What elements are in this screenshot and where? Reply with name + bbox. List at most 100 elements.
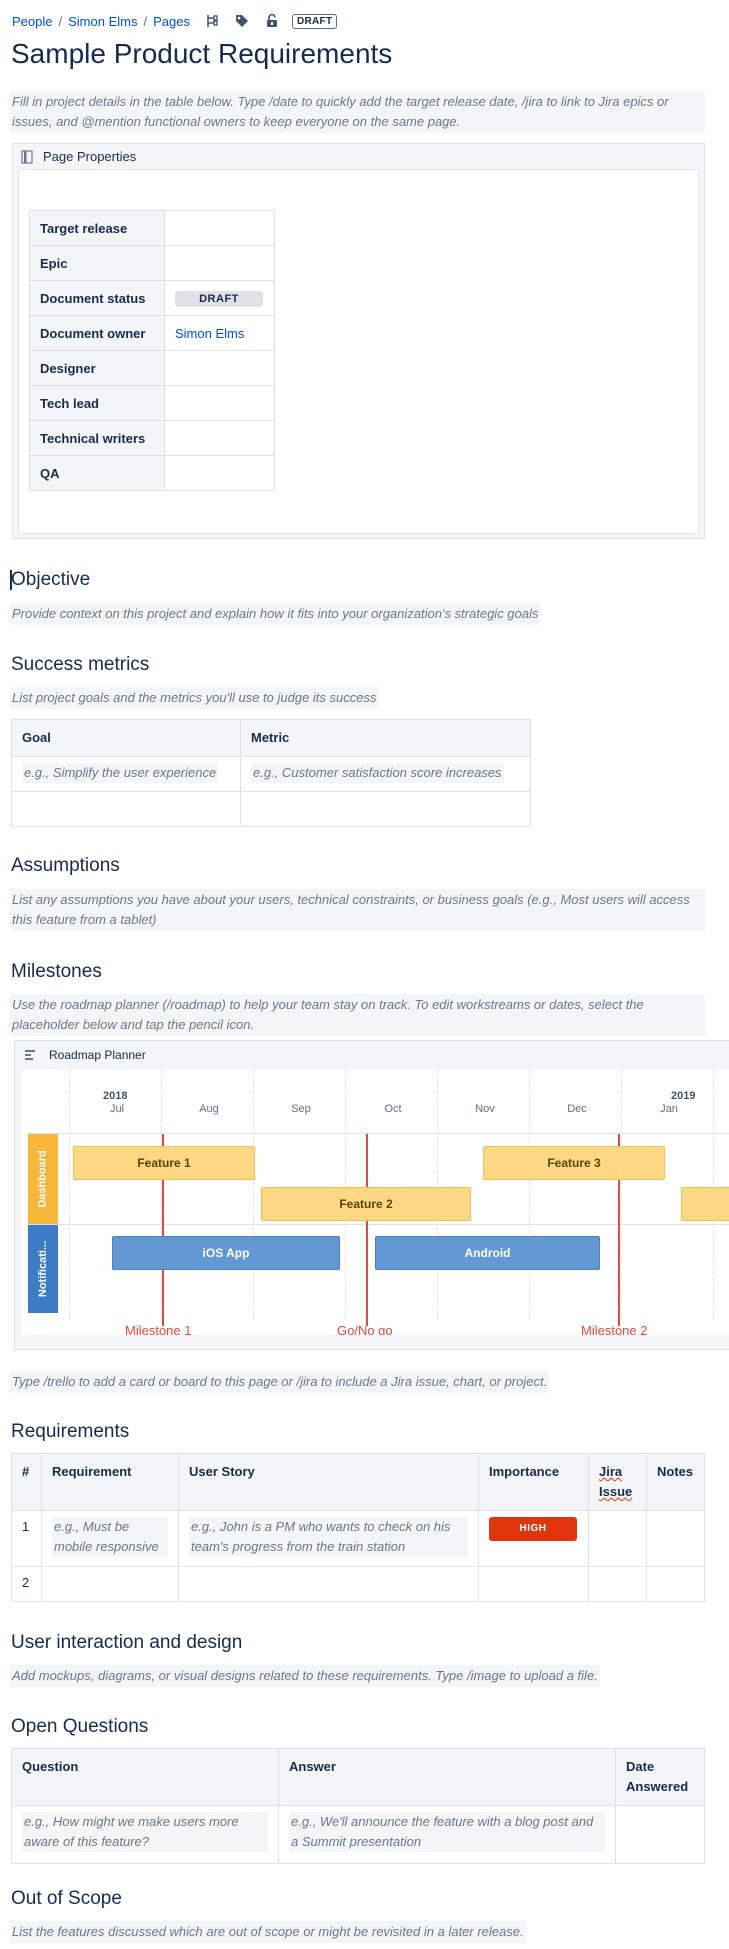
document-status-value[interactable]: DRAFT (164, 280, 275, 316)
jira-issue-cell[interactable] (588, 1510, 647, 1567)
roadmap-title: Roadmap Planner (49, 1047, 146, 1062)
column-header-goal: Goal (11, 719, 241, 757)
requirements-table: # Requirement User Story Importance Jira… (11, 1453, 705, 1602)
breadcrumb: People / Simon Elms / Pages DRAFT (12, 10, 338, 32)
question-cell[interactable]: e.g., How might we make users more aware… (11, 1805, 279, 1864)
milestone-label[interactable]: Milestone 1 (125, 1323, 191, 1335)
breadcrumb-space[interactable]: Simon Elms (68, 14, 137, 29)
column-header-importance: Importance (478, 1453, 589, 1511)
table-row (11, 791, 531, 827)
roadmap-bar-feature-3[interactable]: Feature 3 (483, 1146, 665, 1180)
date-answered-cell[interactable] (615, 1805, 705, 1864)
milestone-label[interactable]: Go/No go (337, 1323, 393, 1335)
requirement-cell[interactable] (41, 1566, 179, 1602)
metric-cell[interactable]: e.g., Customer satisfaction score increa… (240, 756, 531, 792)
property-key: Document owner (29, 315, 165, 351)
column-header-metric: Metric (240, 719, 531, 757)
column-header-user-story: User Story (178, 1453, 479, 1511)
row-number: 2 (11, 1566, 42, 1602)
goal-cell[interactable]: e.g., Simplify the user experience (11, 756, 241, 792)
importance-cell[interactable] (478, 1566, 589, 1602)
heading-objective: Objective (11, 569, 91, 590)
column-header-date-answered: Date Answered (615, 1748, 705, 1806)
goal-cell[interactable] (11, 791, 241, 827)
roadmap-bar-feature-1[interactable]: Feature 1 (73, 1146, 255, 1180)
roadmap-planner-macro[interactable]: Roadmap Planner 2018 2019 Jul Aug Sep Oc… (14, 1040, 729, 1350)
designer-value[interactable] (164, 350, 275, 386)
user-story-cell[interactable] (178, 1566, 479, 1602)
column-header-question: Question (11, 1748, 279, 1806)
user-interaction-instruction: Add mockups, diagrams, or visual designs… (10, 1665, 600, 1687)
status-lozenge-draft[interactable]: DRAFT (175, 290, 263, 307)
page-tree-icon[interactable] (204, 13, 220, 29)
importance-cell[interactable]: HIGH (478, 1510, 589, 1567)
month-divider (621, 1070, 622, 1320)
qa-value[interactable] (164, 455, 275, 491)
roadmap-bar-android[interactable]: Android (375, 1236, 600, 1270)
column-header-requirement: Requirement (41, 1453, 179, 1511)
label-icon[interactable] (234, 13, 250, 29)
lane-notifications[interactable]: Notificati... (28, 1225, 58, 1313)
properties-table: Target release Epic Document status DRAFT… (29, 210, 275, 491)
table-row: 2 (11, 1566, 705, 1602)
importance-badge[interactable]: HIGH (489, 1517, 577, 1541)
assumptions-instruction: List any assumptions you have about your… (10, 889, 705, 931)
month-label: Aug (199, 1103, 219, 1115)
restrictions-unlock-icon[interactable] (264, 13, 280, 29)
user-story-hint: e.g., John is a PM who wants to check on… (189, 1517, 468, 1557)
lane-label: Dashboard (37, 1150, 49, 1208)
epic-value[interactable] (164, 245, 275, 281)
month-label: Jan (660, 1103, 678, 1115)
open-questions-table: Question Answer Date Answered e.g., How … (11, 1748, 705, 1864)
month-label: Dec (567, 1103, 587, 1115)
notes-cell[interactable] (646, 1566, 705, 1602)
requirement-cell[interactable]: e.g., Must be mobile responsive (41, 1510, 179, 1567)
table-row: e.g., Simplify the user experience e.g.,… (11, 756, 531, 792)
user-mention-link[interactable]: Simon Elms (175, 326, 244, 341)
property-key: Tech lead (29, 385, 165, 421)
property-row: Document owner Simon Elms (29, 315, 275, 351)
user-story-cell[interactable]: e.g., John is a PM who wants to check on… (178, 1510, 479, 1567)
status-badge: DRAFT (291, 13, 338, 29)
target-release-value[interactable] (164, 210, 275, 246)
lane-separator (27, 1133, 729, 1134)
breadcrumb-separator: / (58, 13, 63, 29)
jira-issue-cell[interactable] (588, 1566, 647, 1602)
heading-milestones: Milestones (11, 961, 102, 982)
property-key: Document status (29, 280, 165, 316)
lane-dashboard[interactable]: Dashboard (28, 1134, 58, 1224)
technical-writers-value[interactable] (164, 420, 275, 456)
heading-assumptions: Assumptions (11, 855, 120, 876)
heading-out-of-scope: Out of Scope (11, 1888, 122, 1909)
document-owner-value[interactable]: Simon Elms (164, 315, 275, 351)
success-metrics-table: Goal Metric e.g., Simplify the user expe… (11, 719, 531, 827)
lane-label: Notificati... (37, 1240, 50, 1298)
roadmap-bar-feature-2[interactable]: Feature 2 (261, 1187, 471, 1221)
month-divider (69, 1070, 70, 1320)
heading-open-questions: Open Questions (11, 1716, 149, 1737)
property-row: Target release (29, 210, 275, 246)
roadmap-canvas[interactable]: 2018 2019 Jul Aug Sep Oct Nov Dec Jan Da… (21, 1070, 729, 1335)
notes-cell[interactable] (646, 1510, 705, 1567)
property-row: Designer (29, 350, 275, 386)
objective-instruction: Provide context on this project and expl… (10, 603, 541, 625)
property-key: Epic (29, 245, 165, 281)
breadcrumb-separator: / (143, 13, 148, 29)
roadmap-icon (25, 1049, 35, 1060)
requirement-hint: e.g., Must be mobile responsive (52, 1517, 168, 1557)
breadcrumb-pages[interactable]: Pages (153, 14, 190, 29)
metric-cell[interactable] (240, 791, 531, 827)
roadmap-bar-partial[interactable] (681, 1187, 729, 1221)
roadmap-bar-ios-app[interactable]: iOS App (112, 1236, 340, 1270)
column-header-number: # (11, 1453, 42, 1511)
page-properties-macro[interactable]: Page Properties Target release Epic Docu… (12, 143, 705, 539)
month-label: Jul (109, 1103, 125, 1115)
page-properties-body: Target release Epic Document status DRAFT… (18, 169, 699, 534)
lane-separator (27, 1224, 729, 1225)
milestone-label[interactable]: Milestone 2 (581, 1323, 647, 1335)
month-divider (529, 1070, 530, 1320)
column-header-jira-issue: Jira Issue (588, 1453, 647, 1511)
breadcrumb-people[interactable]: People (12, 14, 52, 29)
tech-lead-value[interactable] (164, 385, 275, 421)
answer-cell[interactable]: e.g., We'll announce the feature with a … (278, 1805, 616, 1864)
